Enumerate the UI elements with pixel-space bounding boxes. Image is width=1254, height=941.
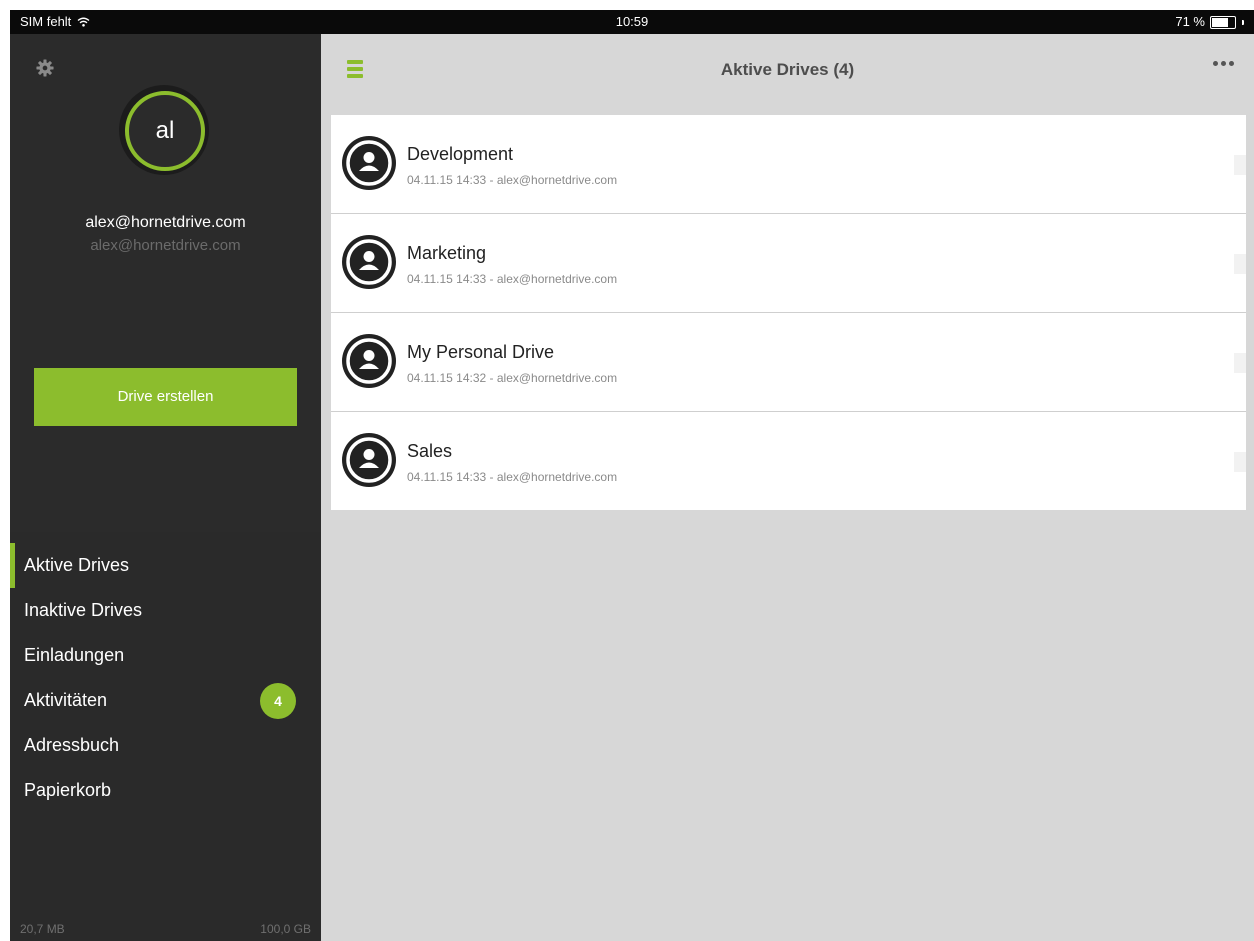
status-time: 10:59 [615,14,649,29]
wifi-icon [77,17,90,27]
sidebar-item-label: Inaktive Drives [24,600,143,620]
create-drive-button[interactable]: Drive erstellen [34,368,297,426]
sidebar: al alex@hornetdrive.com alex@hornetdrive… [10,34,321,941]
battery-fill [1212,17,1228,27]
row-edge-marker [1234,353,1246,373]
sidebar-item-einladungen[interactable]: Einladungen [10,633,321,678]
user-drive-icon [342,136,396,190]
drive-name: Marketing [407,243,487,263]
sidebar-item-papierkorb[interactable]: Papierkorb [10,768,321,813]
drive-row-my-personal-drive[interactable]: My Personal Drive 04.11.15 14:32 - alex@… [331,313,1246,412]
battery-icon [1210,15,1236,29]
user-drive-icon [342,235,396,289]
status-bar: SIM fehlt 10:59 71 % [10,10,1254,34]
drive-meta: 04.11.15 14:33 - alex@hornetdrive.com [407,173,618,187]
sidebar-item-label: Adressbuch [24,735,120,755]
user-drive-icon [342,334,396,388]
sidebar-item-label: Aktive Drives [24,555,130,575]
sidebar-item-aktivitaeten[interactable]: Aktivitäten 4 [10,678,321,723]
battery-percent: 71 % [1175,14,1205,29]
sidebar-item-aktive-drives[interactable]: Aktive Drives [10,543,321,588]
sidebar-item-label: Papierkorb [24,780,112,800]
drive-list: Development 04.11.15 14:33 - alex@hornet… [331,115,1246,510]
drive-meta: 04.11.15 14:33 - alex@hornetdrive.com [407,272,618,286]
drive-name: My Personal Drive [407,342,555,362]
drive-row-sales[interactable]: Sales 04.11.15 14:33 - alex@hornetdrive.… [331,412,1246,510]
more-icon[interactable] [1213,61,1234,66]
main-content: Aktive Drives (4) Development 04.11.15 1… [321,34,1254,941]
battery-tip [1242,19,1244,25]
drive-meta: 04.11.15 14:32 - alex@hornetdrive.com [407,371,618,385]
status-left: SIM fehlt [20,10,90,34]
gear-icon[interactable] [36,59,54,77]
drive-meta: 04.11.15 14:33 - alex@hornetdrive.com [407,470,618,484]
user-name: alex@hornetdrive.com [85,214,246,231]
activity-count-badge: 4 [260,683,296,719]
drive-name: Development [407,144,514,164]
sidebar-item-adressbuch[interactable]: Adressbuch [10,723,321,768]
storage-used: 20,7 MB [20,922,65,936]
user-email: alex@hornetdrive.com [90,237,241,254]
drive-name: Sales [407,441,453,461]
carrier-label: SIM fehlt [20,14,72,29]
row-edge-marker [1234,254,1246,274]
sidebar-profile: al alex@hornetdrive.com alex@hornetdrive… [10,34,321,532]
storage-total: 100,0 GB [260,922,311,936]
sidebar-item-label: Aktivitäten [24,690,108,710]
row-edge-marker [1234,452,1246,472]
user-drive-icon [342,433,396,487]
screen: SIM fehlt 10:59 71 % al alex@hornetdrive… [10,10,1254,941]
row-edge-marker [1234,155,1246,175]
drive-row-marketing[interactable]: Marketing 04.11.15 14:33 - alex@hornetdr… [331,214,1246,313]
sidebar-item-inaktive-drives[interactable]: Inaktive Drives [10,588,321,633]
main-header: Aktive Drives (4) [321,34,1254,106]
sidebar-item-label: Einladungen [24,645,125,665]
status-right: 71 % [1175,10,1244,34]
drive-row-development[interactable]: Development 04.11.15 14:33 - alex@hornet… [331,115,1246,214]
avatar[interactable]: al [125,91,205,171]
page-title: Aktive Drives (4) [720,60,855,79]
sidebar-nav: Aktive Drives Inaktive Drives Einladunge… [10,543,321,813]
